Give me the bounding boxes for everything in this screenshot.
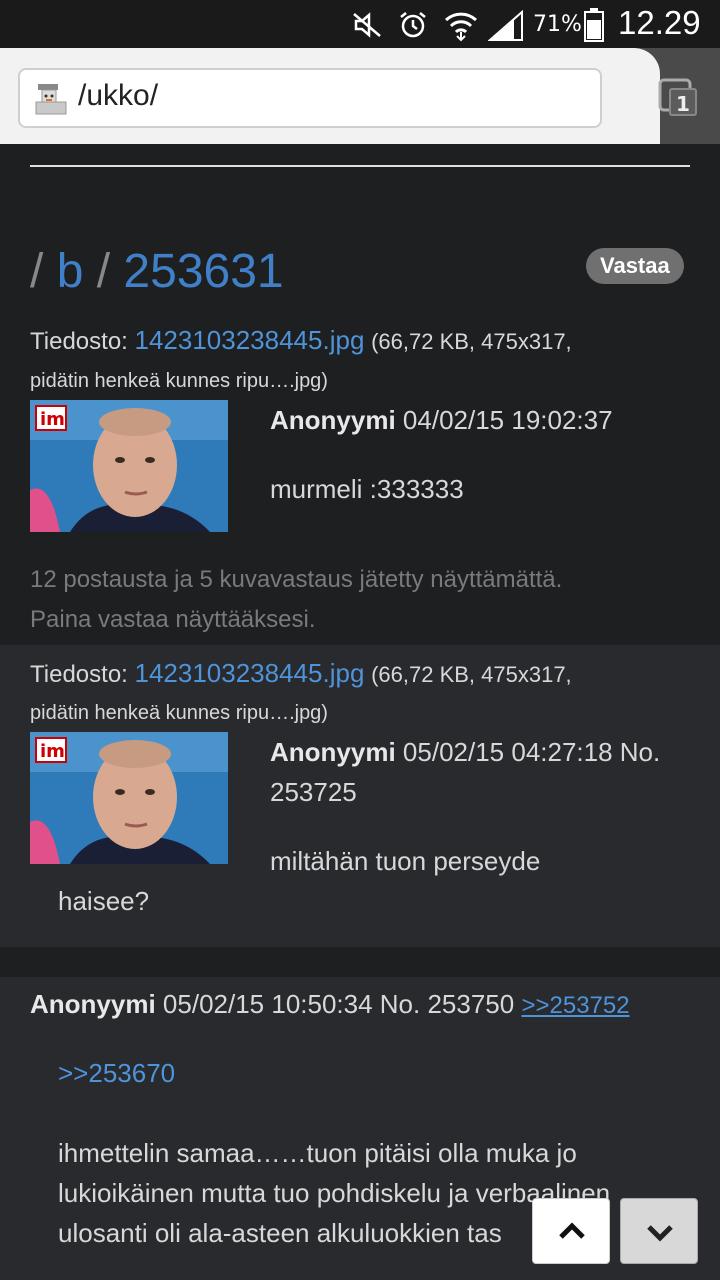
browser-toolbar: /ukko/ 1 [0,48,720,144]
file-link[interactable]: 1423103238445.jpg [135,658,365,688]
divider [30,165,690,167]
file-meta: (66,72 KB, 475x317, [371,662,572,687]
op-comment: murmeli :333333 [270,474,464,504]
reply-file-info: Tiedosto: 1423103238445.jpg (66,72 KB, 4… [30,658,572,689]
favicon-icon [35,84,67,115]
omitted-line: Paina vastaa näyttääksesi. [30,606,316,633]
omitted-line: 12 postausta ja 5 kuvavastaus jätetty nä… [30,566,563,593]
scroll-bottom-button[interactable] [620,1198,698,1264]
reply-comment-line: haisee? [58,886,150,916]
reply-comment-line: lukioikäinen mutta tuo pohdiskelu ja ver… [58,1178,611,1208]
post-date: 05/02/15 10:50:34 No. 253750 [162,989,515,1019]
reply-thumbnail[interactable]: im [30,732,228,864]
svg-text:im: im [40,409,65,430]
reply-comment-line: miltähän tuon perseyde [270,846,541,876]
file-label: Tiedosto: [30,328,128,355]
thumbnail-image: im [30,732,228,864]
signal-icon [488,10,523,41]
reply-post-header: Anonyymi 05/02/15 10:50:34 No. 253750 >>… [30,984,630,1026]
alarm-icon [400,12,426,38]
reply-comment-line: ihmettelin samaa……tuon pitäisi olla muka… [58,1138,577,1168]
address-bar[interactable]: /ukko/ [18,68,602,128]
post-number[interactable]: 253725 [270,772,660,812]
clock: 12.29 [618,4,701,41]
board-link[interactable]: b [57,245,84,298]
op-post-header: Anonyymi 04/02/15 19:02:37 [270,400,613,440]
backlink[interactable]: >>253752 [521,992,629,1019]
battery-percent: 71% [533,12,582,37]
reply-post-header: Anonyymi 05/02/15 04:27:18 No. 253725 [270,732,660,812]
poster-name: Anonyymi [30,989,156,1019]
op-file-original-name: pidätin henkeä kunnes ripu….jpg) [30,370,328,392]
chevron-down-icon [647,1225,673,1242]
reply-file-original-name: pidätin henkeä kunnes ripu….jpg) [30,702,328,724]
wifi-icon [444,12,478,42]
file-label: Tiedosto: [30,661,128,688]
post-date: 04/02/15 19:02:37 [402,405,613,435]
poster-name: Anonyymi [270,405,396,435]
chevron-up-icon [559,1222,585,1239]
url-text: /ukko/ [78,79,159,112]
poster-name: Anonyymi [270,737,396,767]
op-thumbnail[interactable]: im [30,400,228,532]
thumbnail-image: im [30,400,228,532]
svg-text:im: im [40,741,65,762]
omitted-notice: 12 postausta ja 5 kuvavastaus jätetty nä… [30,560,690,640]
file-link[interactable]: 1423103238445.jpg [135,325,365,355]
file-meta: (66,72 KB, 475x317, [371,329,572,354]
mute-icon [353,12,381,38]
post-date: 05/02/15 04:27:18 No. [402,737,661,767]
thread-title: / b / 253631 [30,244,284,299]
tab-count: 1 [669,88,697,116]
op-file-info: Tiedosto: 1423103238445.jpg (66,72 KB, 4… [30,325,572,356]
title-slash: / [30,245,44,298]
thread-number-link[interactable]: 253631 [123,245,283,298]
title-slash: / [96,245,111,298]
scroll-top-button[interactable] [532,1198,610,1264]
battery-icon [584,8,604,42]
quote-link[interactable]: >>253670 [58,1058,175,1089]
reply-comment-line: ulosanti oli ala-asteen alkuluokkien tas [58,1218,502,1248]
status-bar: 71% 12.29 [0,0,720,48]
reply-button[interactable]: Vastaa [586,248,684,284]
